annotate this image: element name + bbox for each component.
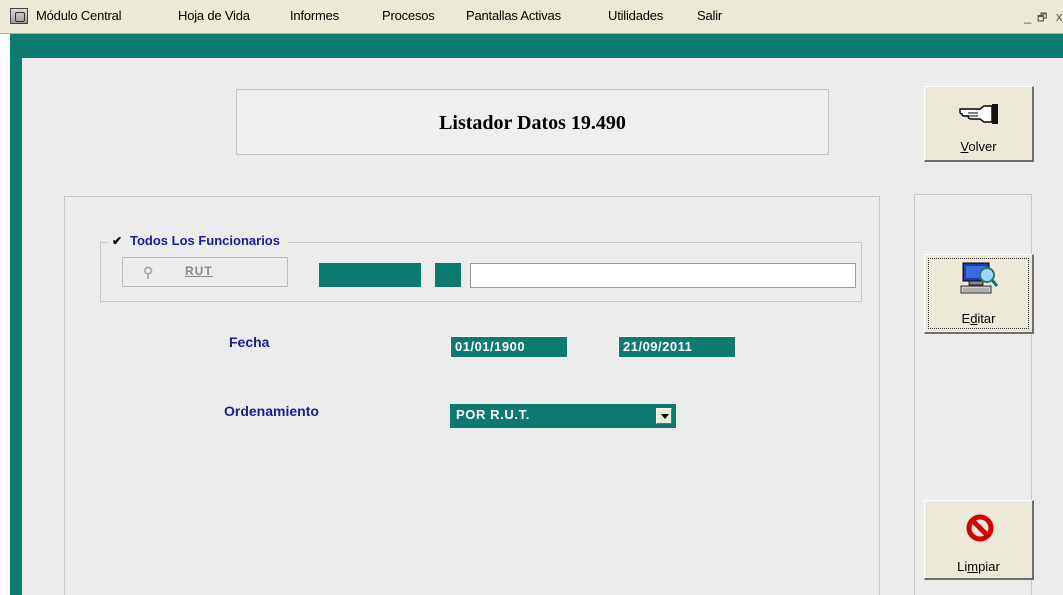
pointing-hand-icon (959, 104, 998, 124)
menu-modulo-central[interactable]: Módulo Central (36, 8, 122, 23)
menu-informes[interactable]: Informes (290, 8, 339, 23)
restore-button[interactable]: 🗗 (1037, 9, 1047, 28)
volver-button[interactable]: Volver (924, 86, 1034, 162)
menu-hoja-de-vida[interactable]: Hoja de Vida (178, 8, 250, 23)
menu-bar: Módulo Central Hoja de Vida Informes Pro… (0, 0, 1063, 34)
computer-magnifier-icon (960, 262, 999, 294)
rut-dv-field[interactable] (435, 263, 461, 287)
minimize-button[interactable]: _ (1024, 9, 1031, 24)
fecha-hasta-field[interactable]: 21/09/2011 (618, 336, 736, 358)
fecha-desde-field[interactable]: 01/01/1900 (450, 336, 568, 358)
menu-procesos[interactable]: Procesos (382, 8, 435, 23)
rut-button-label: RUT (185, 264, 213, 278)
limpiar-button[interactable]: Limpiar (924, 500, 1034, 580)
rut-button[interactable]: ⚲ RUT (122, 257, 288, 287)
page-title: Listador Datos 19.490 (439, 112, 626, 134)
chevron-down-icon[interactable] (656, 408, 672, 424)
todos-funcionarios-checkbox[interactable]: ✔ Todos Los Funcionarios (108, 233, 288, 248)
no-sign-icon (966, 514, 994, 542)
editar-label: Editar (961, 311, 996, 326)
ordenamiento-label: Ordenamiento (224, 403, 319, 419)
limpiar-label: Limpiar (957, 559, 1000, 574)
rut-field[interactable] (319, 263, 421, 287)
fecha-label: Fecha (229, 334, 270, 350)
ordenamiento-value: POR R.U.T. (456, 407, 530, 422)
todos-funcionarios-label: Todos Los Funcionarios (130, 233, 280, 248)
editar-button[interactable]: Editar (924, 254, 1034, 334)
menu-pantallas-activas[interactable]: Pantallas Activas (466, 8, 561, 23)
nombre-field[interactable] (470, 263, 856, 288)
menu-salir[interactable]: Salir (697, 8, 722, 23)
app-icon[interactable] (10, 8, 28, 24)
menu-utilidades[interactable]: Utilidades (608, 8, 663, 23)
check-mark-icon: ✔ (112, 234, 123, 248)
volver-label: Volver (960, 139, 997, 154)
close-button[interactable]: x (1056, 9, 1063, 24)
ordenamiento-select[interactable]: POR R.U.T. (450, 404, 676, 428)
title-box: Listador Datos 19.490 (236, 89, 829, 155)
search-icon: ⚲ (143, 264, 155, 280)
